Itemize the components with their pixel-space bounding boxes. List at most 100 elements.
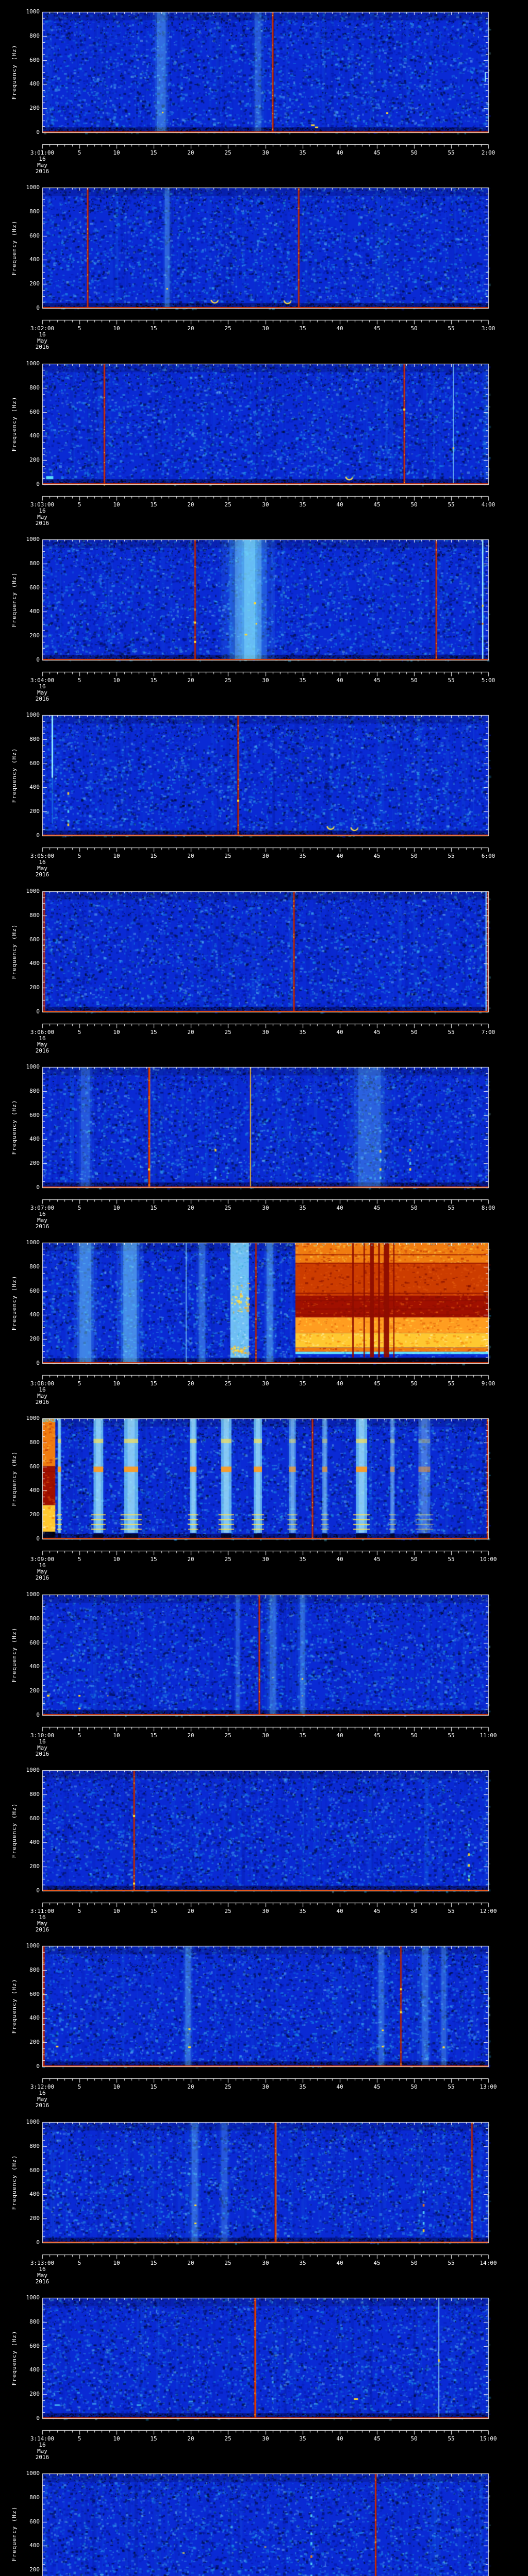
y-tick-label: 600: [29, 1991, 40, 1997]
y-tick-label: 600: [29, 232, 40, 239]
y-tick-label: 800: [29, 2318, 40, 2325]
date-line: 2016: [35, 1047, 50, 1054]
y-tick-label: 600: [29, 1639, 40, 1646]
x-tick-label: 15: [150, 149, 157, 156]
y-tick-label: 400: [29, 256, 40, 263]
y-tick-label: 0: [36, 1887, 40, 1894]
x-end-time-label: 8:00: [481, 1205, 496, 1211]
x-tick-label: 55: [448, 1029, 455, 1036]
x-tick-label: 10: [113, 1380, 120, 1387]
y-axis-title: Frequency (Hz): [11, 2155, 18, 2210]
x-end-time-label: 4:00: [481, 501, 496, 508]
x-tick-label: 5: [77, 853, 81, 859]
x-tick-label: 10: [113, 677, 120, 684]
x-tick-label: 35: [299, 1556, 306, 1563]
y-tick-label: 800: [29, 1263, 40, 1270]
date-line: 2016: [35, 168, 50, 175]
y-tick-label: 1000: [26, 536, 40, 543]
x-tick-label: 35: [299, 2435, 306, 2442]
spectrogram-plot: [0, 1758, 528, 1913]
y-tick-label: 400: [29, 80, 40, 87]
y-axis-title: Frequency (Hz): [11, 1978, 18, 2034]
y-tick-label: 800: [29, 384, 40, 391]
y-tick-label: 600: [29, 760, 40, 767]
x-tick-label: 50: [410, 2083, 418, 2090]
x-tick-label: 35: [299, 501, 306, 508]
x-tick-label: 5: [77, 2260, 81, 2266]
x-end-time-label: 14:00: [480, 2260, 497, 2266]
y-tick-label: 1000: [26, 1767, 40, 1773]
spectrogram-plot: [0, 2286, 528, 2441]
y-tick-label: 0: [36, 2239, 40, 2246]
x-tick-label: 15: [150, 1908, 157, 1914]
date-line: 2016: [35, 2278, 50, 2285]
x-tick-label: 40: [336, 149, 343, 156]
x-tick-label: 15: [150, 1380, 157, 1387]
date-line: 2016: [35, 520, 50, 527]
y-tick-label: 200: [29, 632, 40, 639]
y-tick-label: 800: [29, 560, 40, 567]
x-tick-label: 30: [262, 501, 269, 508]
y-tick-label: 1000: [26, 8, 40, 15]
x-end-time-label: 9:00: [481, 1380, 496, 1387]
y-tick-label: 200: [29, 280, 40, 287]
x-tick-label: 25: [224, 1556, 232, 1563]
y-tick-label: 0: [36, 304, 40, 311]
x-tick-label: 35: [299, 1732, 306, 1739]
x-tick-label: 45: [373, 501, 381, 508]
x-tick-label: 45: [373, 1908, 381, 1914]
x-tick-label: 55: [448, 677, 455, 684]
x-tick-label: 25: [224, 501, 232, 508]
x-tick-label: 55: [448, 1908, 455, 1914]
x-tick-label: 20: [187, 149, 194, 156]
x-tick-label: 40: [336, 677, 343, 684]
x-tick-label: 20: [187, 2260, 194, 2266]
y-tick-label: 200: [29, 2215, 40, 2222]
y-axis-title: Frequency (Hz): [11, 2506, 18, 2562]
x-tick-label: 40: [336, 853, 343, 859]
y-tick-label: 200: [29, 2039, 40, 2045]
date-line: 2016: [35, 344, 50, 350]
y-tick-label: 200: [29, 1160, 40, 1166]
y-tick-label: 800: [29, 32, 40, 39]
x-tick-label: 15: [150, 2435, 157, 2442]
x-tick-label: 40: [336, 1556, 343, 1563]
y-tick-label: 1000: [26, 2119, 40, 2125]
x-tick-label: 5: [77, 1732, 81, 1739]
x-tick-label: 5: [77, 1556, 81, 1563]
x-tick-label: 45: [373, 1380, 381, 1387]
spectrogram-panel: Frequency (Hz) 0 200 400 600 800 1000 3:01:00 5 1…: [0, 0, 528, 176]
y-tick-label: 400: [29, 1839, 40, 1845]
x-tick-label: 50: [410, 149, 418, 156]
spectrogram-plot: [0, 2110, 528, 2265]
x-tick-label: 55: [448, 2260, 455, 2266]
x-tick-label: 45: [373, 1556, 381, 1563]
spectrogram-plot: [0, 1583, 528, 1737]
spectrogram-panel: Frequency (Hz) 0 200 400 600 800 1000 3:04:00 5 1…: [0, 528, 528, 703]
x-end-time-label: 3:00: [481, 325, 496, 332]
x-tick-label: 25: [224, 677, 232, 684]
y-tick-label: 800: [29, 1439, 40, 1446]
y-tick-label: 800: [29, 736, 40, 742]
x-tick-label: 30: [262, 2083, 269, 2090]
x-end-time-label: 15:00: [480, 2435, 497, 2442]
x-tick-label: 55: [448, 1556, 455, 1563]
x-tick-label: 20: [187, 1205, 194, 1211]
x-tick-label: 35: [299, 2260, 306, 2266]
x-tick-label: 20: [187, 2435, 194, 2442]
y-tick-label: 200: [29, 1335, 40, 1342]
spectrogram-stack-page: Frequency (Hz) 0 200 400 600 800 1000 3:01:00 5 1…: [0, 0, 528, 2576]
x-tick-label: 55: [448, 149, 455, 156]
y-tick-label: 0: [36, 1711, 40, 1718]
x-tick-label: 10: [113, 2260, 120, 2266]
spectrogram-panel: Frequency (Hz) 0 200 400 600 800 1000 3:05:00 5 1…: [0, 703, 528, 879]
x-tick-label: 10: [113, 1908, 120, 1914]
x-tick-label: 30: [262, 1380, 269, 1387]
date-line: 2016: [35, 871, 50, 878]
x-tick-label: 25: [224, 1029, 232, 1036]
y-tick-label: 200: [29, 1863, 40, 1870]
x-tick-label: 45: [373, 677, 381, 684]
y-tick-label: 200: [29, 984, 40, 991]
x-tick-label: 45: [373, 1029, 381, 1036]
y-tick-label: 800: [29, 1791, 40, 1798]
